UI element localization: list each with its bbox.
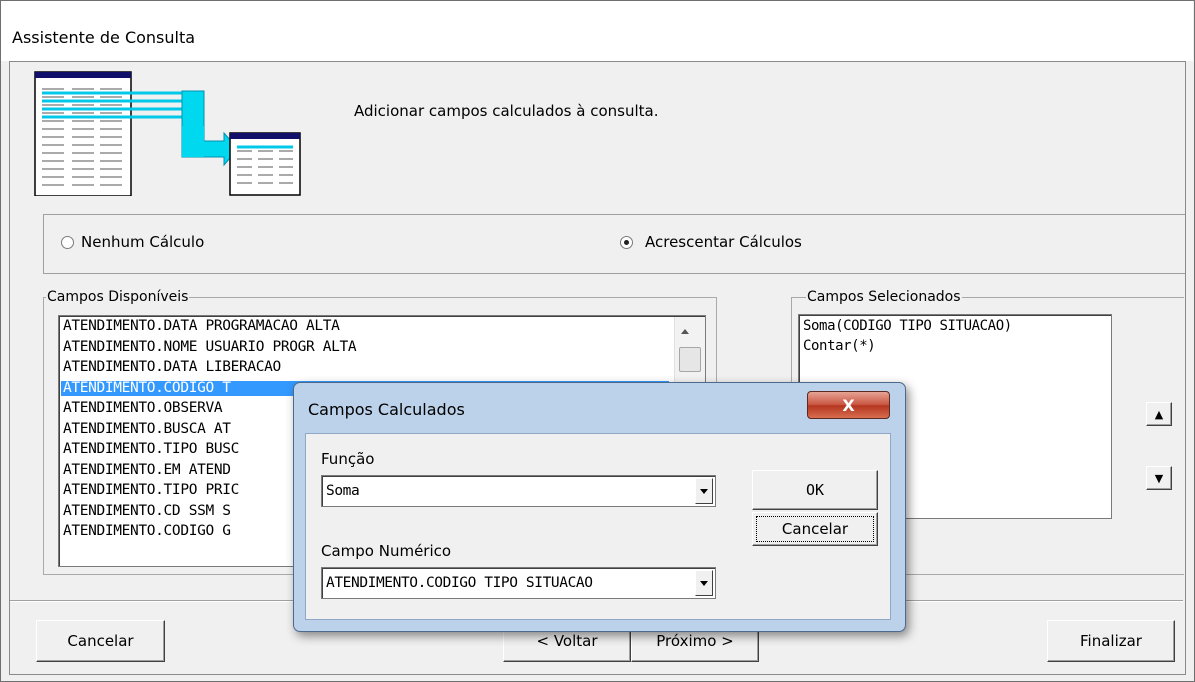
ok-button[interactable]: OK — [752, 470, 878, 510]
close-button[interactable]: X — [807, 391, 890, 419]
dialog-title: Campos Calculados — [308, 400, 465, 419]
close-icon: X — [842, 395, 855, 415]
available-field-item[interactable]: ATENDIMENTO.TIPO PRIC — [61, 483, 239, 498]
selected-field-item[interactable]: Contar(*) — [803, 337, 876, 355]
available-field-item[interactable]: ATENDIMENTO.TIPO BUSC — [61, 442, 239, 457]
arrow-up-icon: ▲ — [1154, 407, 1164, 421]
function-select-value: Soma — [326, 483, 360, 499]
radio-add-calc-label[interactable]: Acrescentar Cálculos — [645, 233, 802, 251]
radio-no-calc[interactable] — [61, 236, 74, 249]
available-field-item[interactable]: ATENDIMENTO.EM ATEND — [61, 462, 231, 478]
wizard-title-bar: Assistente de Consulta — [1, 1, 1193, 61]
available-field-item[interactable]: ATENDIMENTO.DATA LIBERACAO — [61, 360, 281, 375]
numeric-field-label: Campo Numérico — [321, 542, 452, 560]
dialog-client: Função Soma Campo Numérico ATENDIMENTO.C… — [305, 433, 891, 620]
scroll-thumb[interactable] — [679, 347, 701, 372]
scroll-up-icon[interactable] — [681, 329, 689, 334]
numeric-field-select[interactable]: ATENDIMENTO.CODIGO TIPO SITUACAO — [321, 567, 716, 599]
numeric-field-select-value: ATENDIMENTO.CODIGO TIPO SITUACAO — [326, 575, 593, 591]
move-down-button[interactable]: ▼ — [1146, 466, 1172, 490]
radio-add-calc[interactable] — [620, 236, 633, 249]
calc-fields-dialog: Campos Calculados X Função Soma Campo Nu… — [293, 382, 906, 632]
chevron-down-icon[interactable] — [695, 570, 713, 596]
selected-field-item[interactable]: Soma(CODIGO TIPO SITUACAO) — [803, 317, 1012, 335]
available-field-item[interactable]: ATENDIMENTO.NOME USUARIO PROGR ALTA — [61, 339, 357, 355]
dialog-cancel-button[interactable]: Cancelar — [752, 512, 878, 546]
table-transform-icon — [34, 71, 301, 196]
selected-fields-legend: Campos Selecionados — [806, 289, 962, 305]
available-field-item[interactable]: ATENDIMENTO.OBSERVA — [61, 401, 223, 416]
radio-no-calc-label[interactable]: Nenhum Cálculo — [81, 233, 204, 251]
finish-button[interactable]: Finalizar — [1047, 620, 1175, 662]
calc-options-group — [43, 214, 1185, 274]
available-field-item[interactable]: ATENDIMENTO.CD SSM S — [61, 503, 231, 519]
function-label: Função — [321, 450, 375, 468]
move-up-button[interactable]: ▲ — [1146, 402, 1172, 426]
available-fields-legend: Campos Disponíveis — [46, 289, 190, 305]
chevron-down-icon[interactable] — [695, 478, 713, 504]
function-select[interactable]: Soma — [321, 475, 716, 507]
available-field-item[interactable]: ATENDIMENTO.DATA PROGRAMACAO ALTA — [61, 319, 340, 334]
wizard-title: Assistente de Consulta — [12, 28, 196, 47]
header-description: Adicionar campos calculados à consulta. — [354, 102, 659, 120]
available-field-item[interactable]: ATENDIMENTO.CODIGO G — [61, 524, 231, 539]
cancel-button[interactable]: Cancelar — [36, 620, 165, 662]
available-field-item[interactable]: ATENDIMENTO.BUSCA AT — [61, 421, 231, 437]
arrow-down-icon: ▼ — [1154, 471, 1164, 485]
